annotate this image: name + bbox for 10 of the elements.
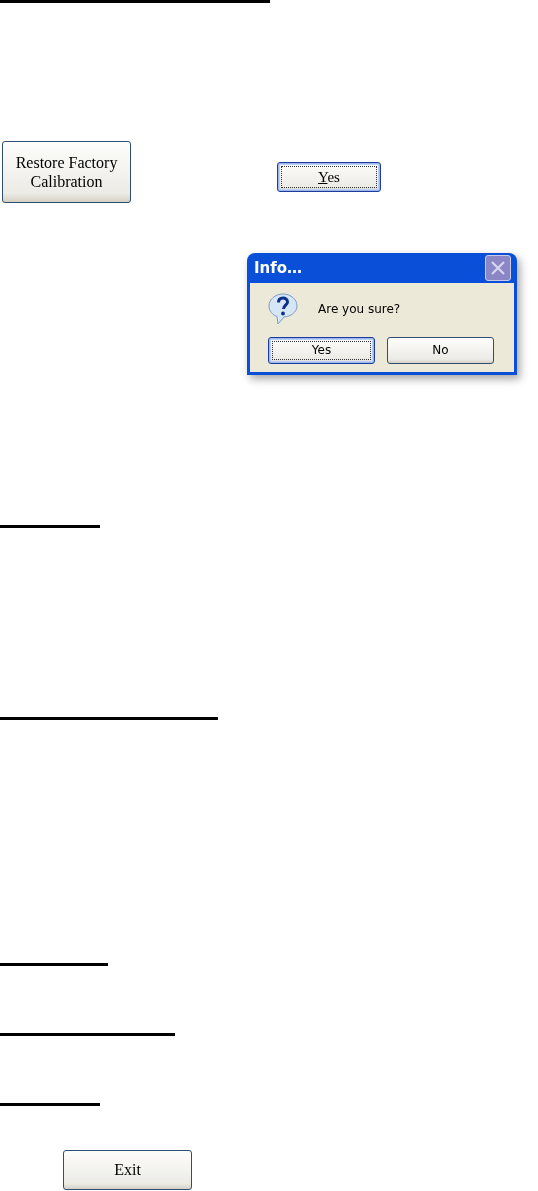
dialog-title: Info… (254, 259, 303, 277)
exit-button[interactable]: Exit (63, 1150, 192, 1190)
dialog-button[interactable]: Yes (268, 337, 375, 364)
restore-calibration-button[interactable]: Restore Factory Calibration (2, 141, 131, 203)
question-icon (268, 293, 298, 325)
close-button[interactable] (485, 255, 511, 281)
close-icon (490, 260, 506, 276)
dialog-button[interactable]: No (387, 337, 494, 364)
dialog-message: Are you sure? (318, 302, 401, 316)
yes-button[interactable]: Yes (277, 162, 381, 192)
